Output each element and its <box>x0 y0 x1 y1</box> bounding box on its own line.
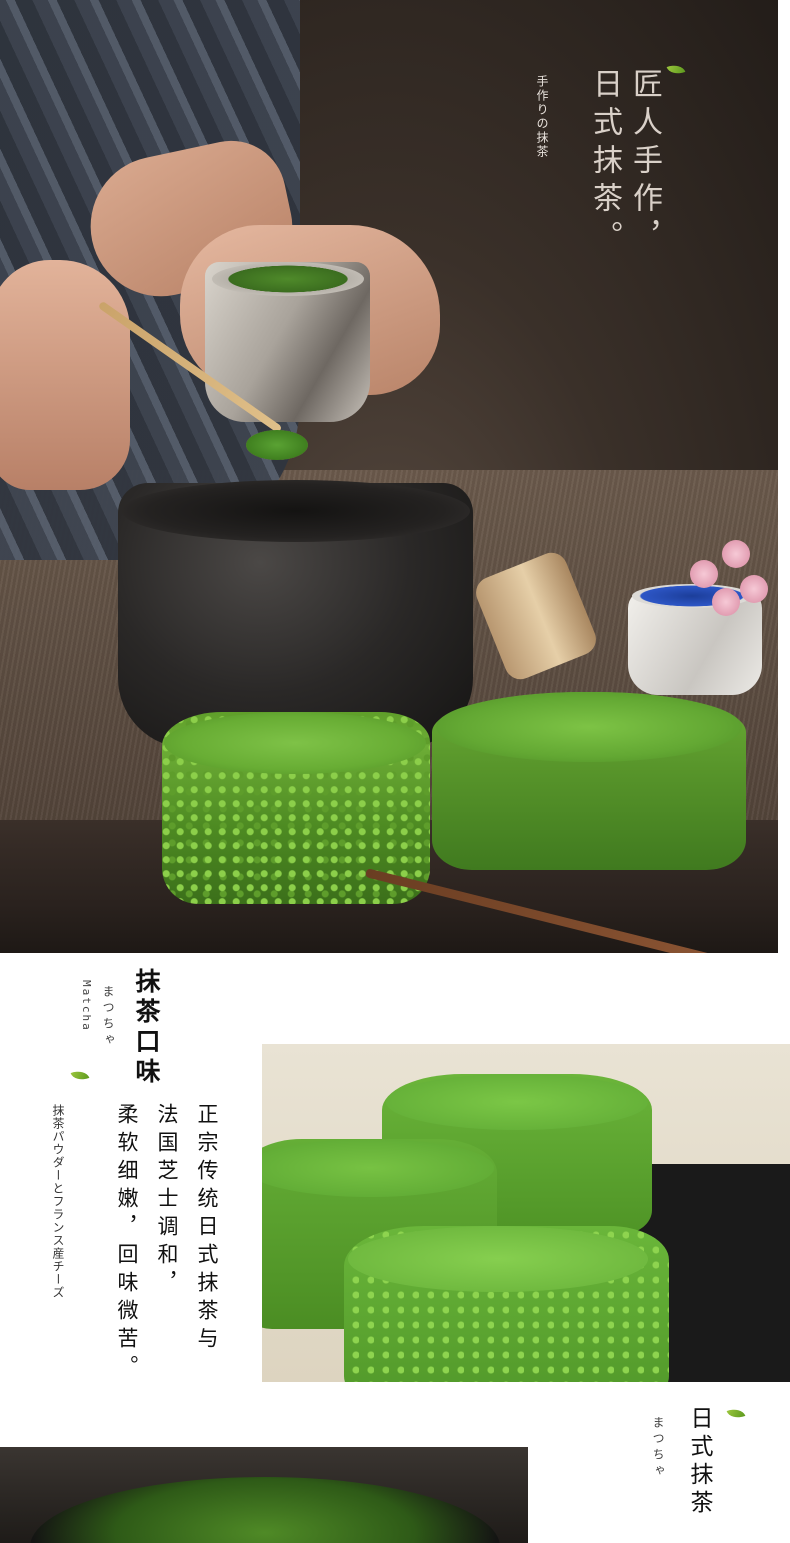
cake-photo <box>262 1044 790 1382</box>
hero-title-line2: 日式抹茶。 <box>587 68 622 258</box>
bottom-title: 日式抹茶 <box>686 1406 712 1518</box>
matcha-cake-cut-top <box>164 712 426 774</box>
leaf-icon <box>70 1067 90 1084</box>
matcha-cake-whole-top <box>436 692 742 762</box>
matcha-cake-top <box>386 1074 648 1130</box>
blossom <box>740 575 768 603</box>
matcha-cake-top <box>348 1226 648 1292</box>
tea-bowl-photo <box>0 1447 528 1543</box>
left-hand <box>0 260 130 490</box>
leaf-icon <box>726 1405 746 1422</box>
description-line-3: 柔软细嫩，回味微苦。 <box>115 1103 139 1383</box>
section-latin: Matcha <box>80 980 93 1032</box>
description-line-2: 法国芝士调和， <box>155 1103 179 1299</box>
blossom <box>690 560 718 588</box>
matcha-powder-in-cup <box>212 262 364 296</box>
description-line-1: 正宗传统日式抹茶与 <box>195 1103 219 1355</box>
hero-photo: 匠人手作， 日式抹茶。 手作りの抹茶 <box>0 0 778 953</box>
hero-caption: 手作りの抹茶 <box>535 75 549 159</box>
leaf-icon <box>666 61 686 78</box>
blossom <box>712 588 740 616</box>
matcha-tea-bowl <box>30 1477 500 1543</box>
section-title: 抹茶口味 <box>132 968 161 1088</box>
blossom <box>722 540 750 568</box>
hero-title-line1: 匠人手作， <box>627 68 662 258</box>
section-kana: まつちゃ <box>101 985 115 1049</box>
bottom-kana: まつちゃ <box>651 1416 665 1480</box>
side-caption: 抹茶パウダーとフランス産チーズ <box>51 1104 65 1299</box>
spoon-matcha <box>246 430 308 460</box>
bowl-rim <box>122 480 470 542</box>
